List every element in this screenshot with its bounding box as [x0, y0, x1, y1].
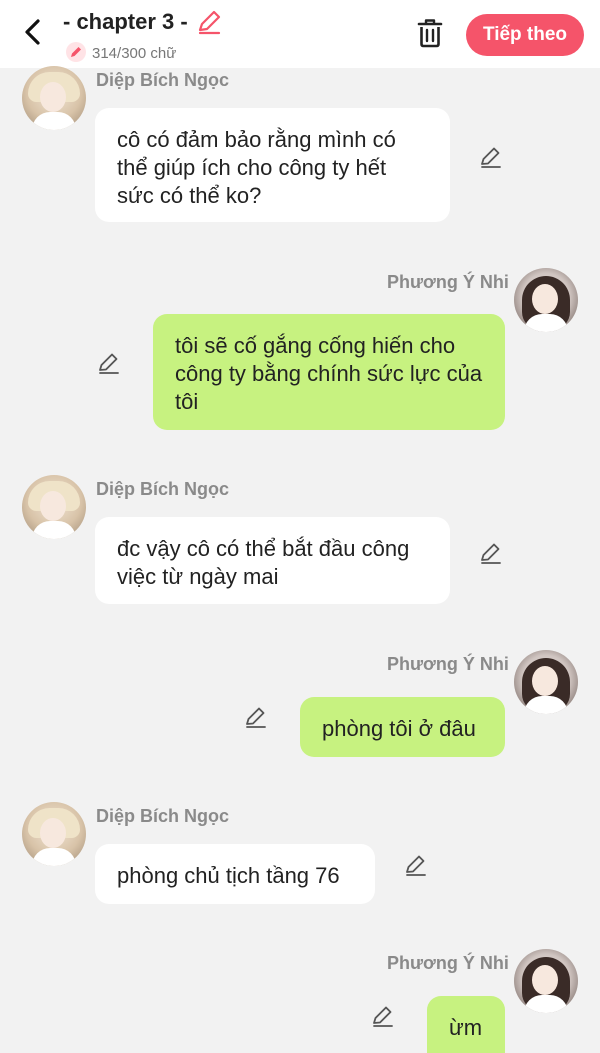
edit-message-button[interactable] — [478, 540, 504, 566]
sender-name: Phương Ý Nhi — [387, 654, 509, 674]
delete-button[interactable] — [414, 16, 446, 50]
message-bubble[interactable]: cô có đảm bảo rằng mình có thể giúp ích … — [95, 108, 450, 222]
pencil-icon — [198, 10, 221, 35]
pencil-icon — [481, 543, 501, 564]
edit-message-button[interactable] — [243, 704, 269, 730]
avatar[interactable] — [514, 949, 578, 1013]
top-bar: - chapter 3 - 314/300 chữ Tiếp theo — [0, 0, 600, 68]
pencil-icon — [66, 42, 86, 62]
message-bubble[interactable]: đc vậy cô có thể bắt đầu công việc từ ng… — [95, 517, 450, 604]
character-count: 314/300 chữ — [66, 42, 176, 62]
message-bubble[interactable]: tôi sẽ cố gắng cống hiến cho công ty bằn… — [153, 314, 505, 430]
edit-title-button[interactable] — [195, 8, 223, 36]
next-button[interactable]: Tiếp theo — [466, 14, 584, 56]
edit-message-button[interactable] — [478, 144, 504, 170]
chevron-left-icon — [25, 19, 40, 45]
message-bubble[interactable]: phòng chủ tịch tầng 76 — [95, 844, 375, 904]
edit-message-button[interactable] — [403, 852, 429, 878]
character-count-text: 314/300 chữ — [92, 45, 177, 62]
avatar[interactable] — [514, 268, 578, 332]
avatar[interactable] — [22, 475, 86, 539]
sender-name: Phương Ý Nhi — [387, 953, 509, 973]
edit-message-button[interactable] — [96, 350, 122, 376]
back-button[interactable] — [18, 14, 50, 50]
pencil-icon — [373, 1006, 393, 1027]
avatar[interactable] — [514, 650, 578, 714]
pencil-icon — [246, 707, 266, 728]
avatar[interactable] — [22, 802, 86, 866]
pencil-icon — [481, 147, 501, 168]
sender-name: Phương Ý Nhi — [387, 272, 509, 292]
sender-name: Diệp Bích Ngọc — [96, 479, 230, 499]
trash-icon — [417, 19, 443, 48]
sender-name: Diệp Bích Ngọc — [96, 806, 230, 826]
pencil-icon — [406, 855, 426, 876]
chapter-title: - chapter 3 - — [63, 9, 188, 34]
avatar[interactable] — [22, 66, 86, 130]
edit-message-button[interactable] — [370, 1003, 396, 1029]
pencil-icon — [99, 353, 119, 374]
message-bubble[interactable]: ừm — [427, 996, 505, 1053]
sender-name: Diệp Bích Ngọc — [96, 70, 230, 90]
message-bubble[interactable]: phòng tôi ở đâu — [300, 697, 505, 757]
